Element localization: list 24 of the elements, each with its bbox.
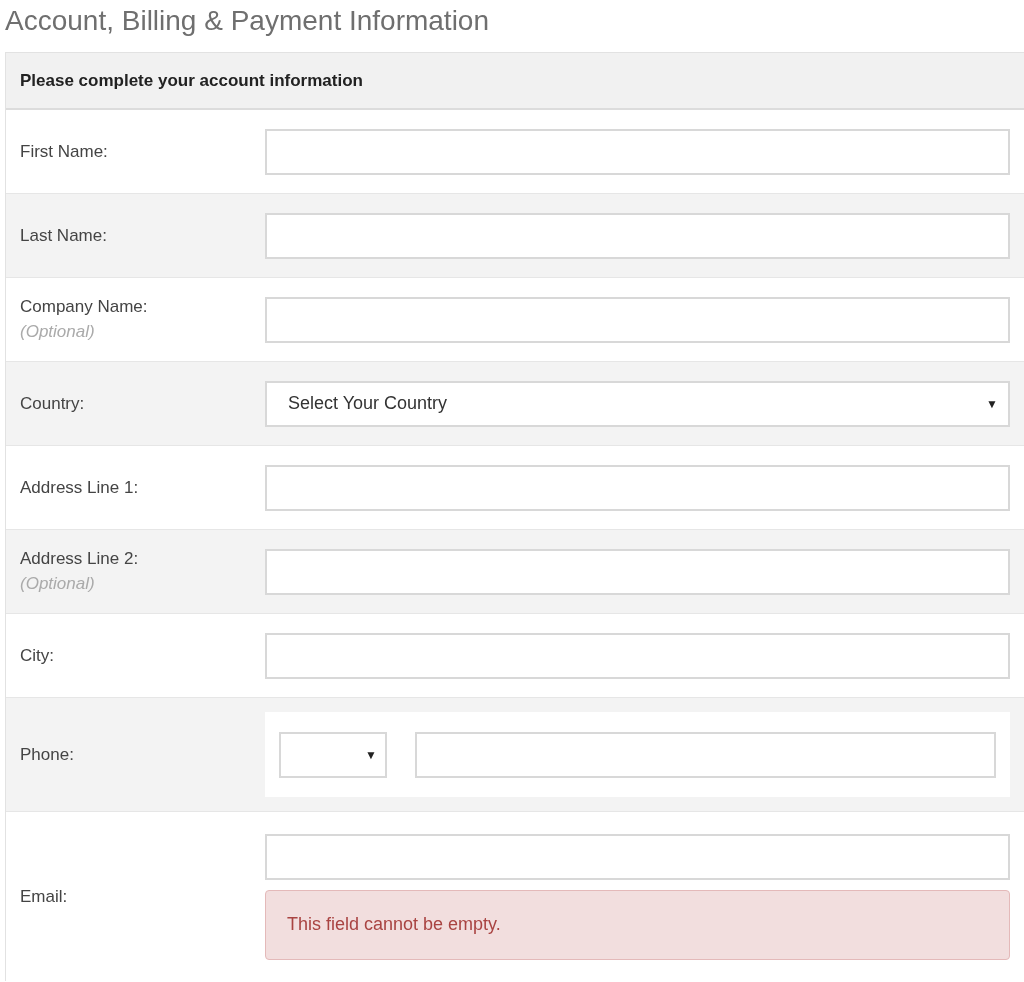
- optional-note: (Optional): [20, 574, 96, 594]
- field-label: Phone:: [20, 744, 75, 765]
- field-label: First Name:: [20, 141, 109, 162]
- optional-note: (Optional): [20, 322, 96, 342]
- page-title: Account, Billing & Payment Information: [4, 4, 490, 38]
- form-heading: Please complete your account information: [20, 70, 363, 91]
- error-message: This field cannot be empty.: [265, 889, 1010, 960]
- input-field[interactable]: [265, 296, 1010, 343]
- input-field[interactable]: [265, 833, 1010, 880]
- phone-input-field[interactable]: [415, 731, 996, 778]
- field-label: Address Line 2:: [20, 549, 140, 569]
- input-field[interactable]: [265, 548, 1010, 595]
- country-dropdown[interactable]: Select Your Country ▼: [265, 380, 1010, 427]
- field-label: Last Name:: [20, 225, 108, 246]
- input-field[interactable]: [265, 464, 1010, 511]
- field-label: Country:: [20, 393, 86, 414]
- input-field[interactable]: [265, 212, 1010, 259]
- field-label: City:: [20, 645, 55, 666]
- country-code-dropdown[interactable]: ▼: [279, 731, 387, 778]
- field-label: Email:: [20, 886, 69, 907]
- input-field[interactable]: [265, 632, 1010, 679]
- field-label: Company Name:: [20, 297, 149, 317]
- input-field[interactable]: [265, 128, 1010, 175]
- field-label: Address Line 1:: [20, 477, 140, 498]
